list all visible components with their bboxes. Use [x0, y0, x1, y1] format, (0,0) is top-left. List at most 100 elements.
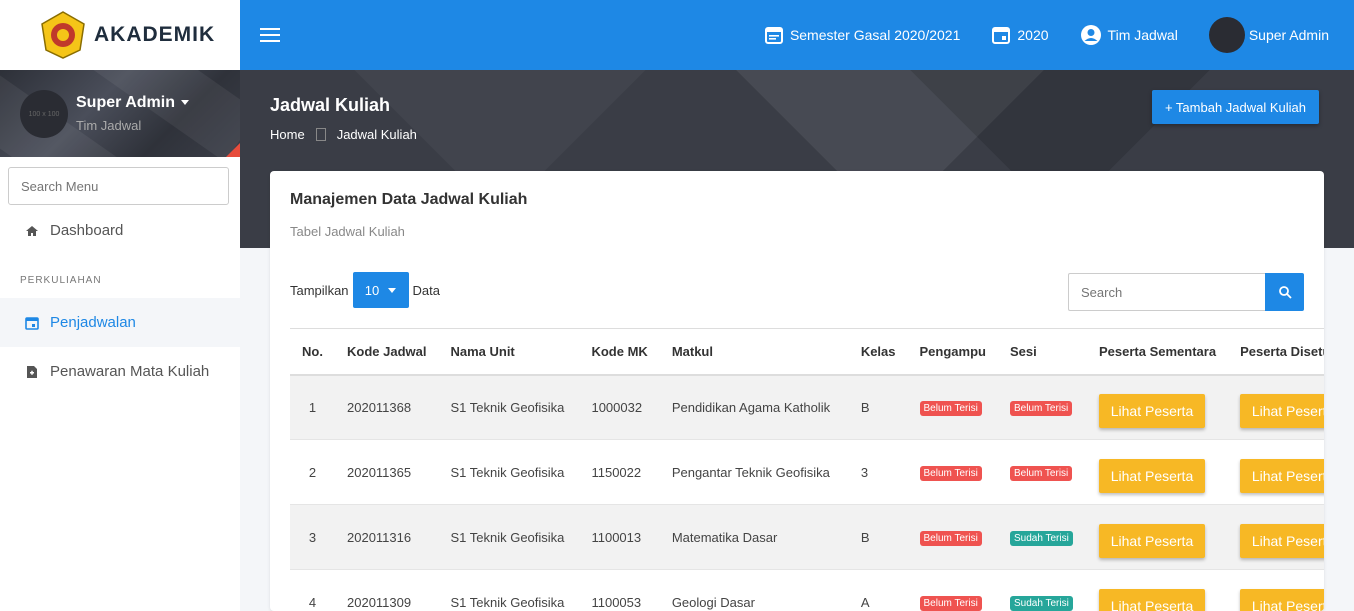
- brand-name: AKADEMIK: [94, 23, 216, 46]
- schedule-card: Manajemen Data Jadwal Kuliah Tabel Jadwa…: [270, 171, 1324, 611]
- cell-sesi: Sudah Terisi: [997, 569, 1087, 611]
- cell-peserta-sementara: Lihat Peserta: [1086, 504, 1229, 570]
- cell-kode-mk: 1150022: [579, 439, 660, 505]
- user-name: Super Admin: [76, 94, 175, 111]
- breadcrumb-home[interactable]: Home: [270, 127, 305, 142]
- cell-matkul: Pendidikan Agama Katholik: [659, 374, 849, 440]
- sidebar-section-header: PERKULIAHAN: [20, 275, 102, 286]
- status-badge: Belum Terisi: [919, 400, 982, 416]
- table-row: 4 202011309 S1 Teknik Geofisika 1100053 Geol…: [290, 569, 1324, 611]
- column-header[interactable]: Sesi: [997, 328, 1087, 376]
- semester-label: Semester Gasal 2020/2021: [789, 27, 961, 43]
- cell-kelas: 3: [848, 439, 908, 505]
- user-profile-menu[interactable]: Super Admin: [1208, 17, 1329, 53]
- view-participants-button[interactable]: Lihat Peserta: [1098, 394, 1205, 429]
- view-approved-participants-button[interactable]: Lihat Peserta: [1240, 394, 1324, 429]
- cell-nama-unit: S1 Teknik Geofisika: [438, 439, 580, 505]
- team-label: Tim Jadwal: [1107, 27, 1178, 43]
- calendar-icon: [25, 316, 39, 330]
- table-row: 1 202011368 S1 Teknik Geofisika 1000032 Pend…: [290, 374, 1324, 440]
- column-header[interactable]: Nama Unit: [438, 328, 580, 376]
- user-panel: 100 x 100 Super Admin Tim Jadwal: [0, 70, 240, 157]
- column-header[interactable]: Kode MK: [579, 328, 660, 376]
- cell-peserta-disetujui: Lihat Peserta: [1228, 439, 1324, 505]
- cell-kode-jadwal: 202011309: [335, 569, 439, 611]
- cell-kelas: A: [848, 569, 908, 611]
- breadcrumb: Home Jadwal Kuliah: [270, 127, 417, 142]
- status-badge: Belum Terisi: [919, 595, 982, 611]
- status-badge: Belum Terisi: [919, 530, 982, 546]
- view-participants-button[interactable]: Lihat Peserta: [1098, 459, 1205, 493]
- breadcrumb-current: Jadwal Kuliah: [336, 127, 417, 142]
- card-subtitle: Tabel Jadwal Kuliah: [290, 224, 405, 239]
- caret-down-icon: [388, 287, 397, 293]
- page-length-value: 10: [364, 282, 380, 298]
- semester-selector[interactable]: Semester Gasal 2020/2021: [764, 25, 960, 45]
- column-header[interactable]: Pengampu: [907, 328, 998, 376]
- cell-sesi: Belum Terisi: [997, 374, 1087, 440]
- card-title: Manajemen Data Jadwal Kuliah: [290, 191, 528, 208]
- column-header[interactable]: Peserta Disetujui: [1228, 328, 1324, 376]
- cell-matkul: Pengantar Teknik Geofisika: [659, 439, 849, 505]
- cell-no: 4: [290, 569, 335, 611]
- page-length-select[interactable]: 10: [352, 272, 409, 308]
- cell-peserta-sementara: Lihat Peserta: [1086, 374, 1229, 440]
- user-role: Tim Jadwal: [76, 118, 142, 133]
- add-schedule-button[interactable]: + Tambah Jadwal Kuliah: [1151, 90, 1319, 124]
- status-badge: Belum Terisi: [919, 465, 982, 481]
- brand[interactable]: AKADEMIK: [0, 0, 240, 70]
- table-header-row: No. Kode Jadwal Nama Unit Kode MK Matkul…: [290, 328, 1324, 376]
- status-badge: Belum Terisi: [1009, 400, 1073, 416]
- cell-peserta-sementara: Lihat Peserta: [1086, 569, 1229, 611]
- page-length-control: Tampilkan 10 Data: [290, 272, 440, 308]
- cell-peserta-disetujui: Lihat Peserta: [1228, 504, 1324, 570]
- university-logo-icon: [41, 11, 85, 59]
- topbar: Semester Gasal 2020/2021 2020 Tim Jadwal…: [240, 0, 1354, 70]
- cell-kelas: B: [848, 374, 908, 440]
- page-title: Jadwal Kuliah: [270, 95, 391, 115]
- view-approved-participants-button[interactable]: Lihat Peserta: [1240, 459, 1324, 493]
- view-approved-participants-button[interactable]: Lihat Peserta: [1240, 589, 1324, 611]
- calendar-icon: [992, 27, 1011, 44]
- table-row: 2 202011365 S1 Teknik Geofisika 1150022 Peng…: [290, 439, 1324, 505]
- cell-kode-jadwal: 202011316: [335, 504, 439, 570]
- status-badge: Sudah Terisi: [1009, 530, 1073, 546]
- column-header[interactable]: Kode Jadwal: [335, 328, 439, 376]
- cell-nama-unit: S1 Teknik Geofisika: [438, 374, 580, 440]
- year-selector[interactable]: 2020: [991, 25, 1049, 45]
- cell-kode-mk: 1000032: [579, 374, 660, 440]
- cell-no: 3: [290, 504, 335, 570]
- column-header[interactable]: Peserta Sementara: [1086, 328, 1229, 376]
- sidebar-item-penawaran[interactable]: Penawaran Mata Kuliah: [0, 347, 240, 396]
- search-input[interactable]: [1068, 273, 1265, 311]
- search-menu-input[interactable]: [8, 167, 229, 205]
- view-participants-button[interactable]: Lihat Peserta: [1098, 524, 1205, 558]
- search-button[interactable]: [1265, 273, 1304, 311]
- user-menu-toggle[interactable]: Super Admin: [76, 94, 190, 112]
- cell-kode-jadwal: 202011365: [335, 439, 439, 505]
- sidebar-item-penjadwalan[interactable]: Penjadwalan: [0, 298, 240, 347]
- caret-down-icon: [181, 100, 190, 106]
- cell-pengampu: Belum Terisi: [907, 569, 998, 611]
- avatar-placeholder-text: 100 x 100: [28, 110, 60, 118]
- column-header[interactable]: Matkul: [659, 328, 849, 376]
- team-selector[interactable]: Tim Jadwal: [1080, 24, 1178, 46]
- cell-kode-jadwal: 202011368: [335, 374, 439, 440]
- sidebar: AKADEMIK 100 x 100 Super Admin Tim Jadwa…: [0, 0, 240, 611]
- search-icon: [1278, 286, 1292, 299]
- cell-matkul: Matematika Dasar: [659, 504, 849, 570]
- status-badge: Sudah Terisi: [1009, 595, 1073, 611]
- sidebar-item-dashboard[interactable]: Dashboard: [0, 206, 240, 255]
- cell-sesi: Sudah Terisi: [997, 504, 1087, 570]
- hamburger-menu-icon[interactable]: [260, 24, 280, 46]
- cell-sesi: Belum Terisi: [997, 439, 1087, 505]
- column-header[interactable]: No.: [290, 328, 335, 376]
- column-header[interactable]: Kelas: [848, 328, 908, 376]
- cell-no: 2: [290, 439, 335, 505]
- user-name: Super Admin: [1248, 27, 1329, 43]
- view-approved-participants-button[interactable]: Lihat Peserta: [1240, 524, 1324, 558]
- view-participants-button[interactable]: Lihat Peserta: [1098, 589, 1205, 611]
- cell-kelas: B: [848, 504, 908, 570]
- table-row: 3 202011316 S1 Teknik Geofisika 1100013 Mate…: [290, 504, 1324, 570]
- schedule-table: No. Kode Jadwal Nama Unit Kode MK Matkul…: [290, 328, 1324, 611]
